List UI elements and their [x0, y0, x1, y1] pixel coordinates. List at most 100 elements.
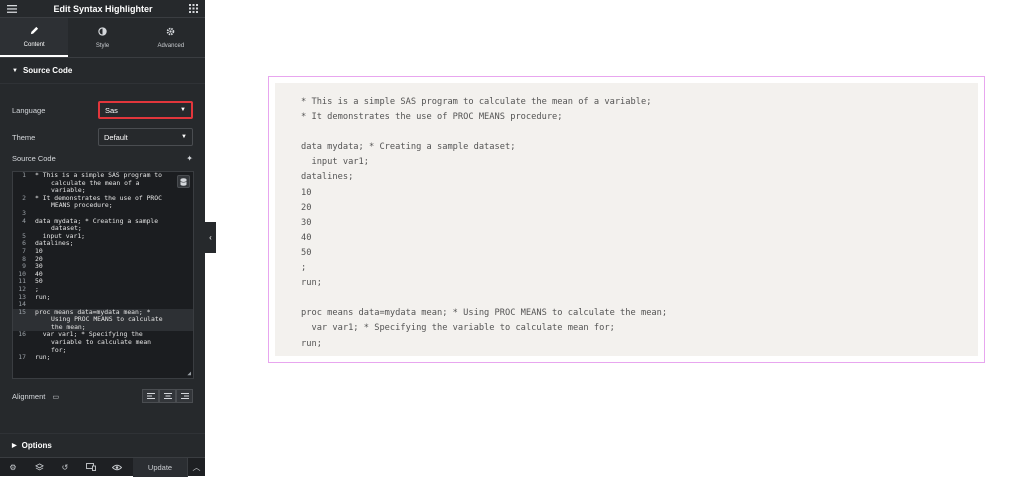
preview-code-line: [301, 291, 952, 306]
preview-code-line: datalines;: [301, 172, 354, 183]
theme-select[interactable]: Default ▼: [98, 128, 193, 146]
alignment-label: Alignment ▭: [12, 392, 59, 401]
theme-row: Theme Default ▼: [12, 128, 193, 146]
preview-code-line: proc means data=mydata mean; * Using PRO…: [301, 308, 668, 319]
line-text: 30: [35, 262, 43, 271]
alignment-row: Alignment ▭: [12, 389, 193, 403]
resize-handle-icon[interactable]: ◢: [187, 370, 191, 377]
code-editor[interactable]: 1 * This is a simple SAS program to calcul…: [12, 171, 194, 379]
line-text: datalines;: [35, 239, 74, 248]
code-line: 4 data mydata; * Creating a sample: [13, 216, 193, 226]
tab-content-label: Content: [23, 41, 45, 48]
tab-advanced[interactable]: Advanced: [137, 18, 205, 57]
code-line: 13 run;: [13, 292, 193, 302]
line-text: 40: [35, 269, 43, 278]
line-number: [13, 180, 35, 188]
code-editor-lines: 1 * This is a simple SAS program to calcul…: [13, 172, 193, 362]
panel-tabs: Content Style Advanced: [0, 18, 205, 58]
section-source-code-toggle[interactable]: ▼ Source Code: [0, 58, 205, 84]
half-circle-icon: [98, 26, 107, 39]
line-number: [13, 316, 35, 324]
preview-code-line: * It demonstrates the use of PROC MEANS …: [301, 112, 563, 123]
preview-code-line: run;: [301, 338, 322, 349]
preview-code-line: run;: [301, 278, 322, 289]
desktop-icon[interactable]: ▭: [52, 394, 59, 401]
align-left-icon[interactable]: [142, 389, 159, 403]
preview-code-line: ;: [301, 263, 307, 274]
preview-code-line: 20: [301, 202, 312, 213]
line-text: 10: [35, 246, 43, 255]
theme-label: Theme: [12, 132, 36, 142]
preview-code-line: data mydata; * Creating a sample dataset…: [301, 142, 516, 153]
preview-code-line: 40: [301, 232, 312, 243]
code-line: MEANS procedure;: [13, 202, 193, 210]
line-number: 17: [18, 353, 26, 362]
line-number: 4: [22, 216, 26, 225]
language-value: Sas: [105, 105, 118, 115]
preview-code-line: [301, 125, 952, 140]
caret-right-icon: ▶: [12, 443, 17, 449]
code-line: variable to calculate mean: [13, 338, 193, 347]
preview-code-line: 10: [301, 187, 312, 198]
code-line: 17 run;: [13, 354, 193, 362]
sidebar-header: Edit Syntax Highlighter: [0, 0, 205, 18]
grid-icon[interactable]: [188, 4, 198, 13]
line-text: run;: [35, 353, 51, 362]
preview-code-line: var var1; * Specifying the variable to c…: [301, 323, 615, 334]
line-text: 50: [35, 277, 43, 286]
line-number: 16: [18, 330, 26, 339]
history-icon[interactable]: ↺: [52, 458, 78, 477]
preview-code-line: 50: [301, 247, 312, 258]
ai-sparkle-icon[interactable]: ✦: [186, 154, 193, 163]
line-text: ;: [35, 284, 39, 293]
preview-code-line: 30: [301, 217, 312, 228]
alignment-buttons: [142, 389, 193, 403]
code-line: calculate the mean of a: [13, 179, 193, 188]
language-label: Language: [12, 105, 46, 115]
tab-style[interactable]: Style: [68, 18, 136, 57]
caret-down-icon: ▼: [12, 67, 18, 74]
preview-code-line: * This is a simple SAS program to calcul…: [301, 97, 652, 107]
panel-title: Edit Syntax Highlighter: [53, 3, 153, 14]
line-number: [13, 339, 35, 347]
theme-value: Default: [104, 132, 128, 142]
gear-icon: [166, 27, 175, 39]
language-select[interactable]: Sas ▼: [98, 101, 193, 119]
responsive-icon[interactable]: [78, 458, 104, 477]
editor-sidebar: Edit Syntax Highlighter Content Style Ad…: [0, 0, 205, 477]
language-row: Language Sas ▼: [12, 101, 193, 119]
source-code-row: Source Code ✦: [12, 154, 193, 163]
layers-icon[interactable]: [26, 458, 52, 477]
tab-content[interactable]: Content: [0, 18, 69, 57]
line-number: 1: [22, 171, 26, 179]
highlighted-code-block: * This is a simple SAS program to calcul…: [275, 83, 978, 356]
line-number: 2: [22, 193, 26, 202]
section-options-toggle[interactable]: ▶ Options: [0, 433, 205, 457]
line-text: for;: [51, 345, 67, 354]
options-title: Options: [21, 441, 52, 450]
line-text: MEANS procedure;: [51, 201, 113, 210]
bottom-toolbar: ⚙ ↺ Update ︿: [0, 457, 205, 477]
tab-style-label: Style: [95, 42, 110, 49]
preview-code-line: input var1;: [301, 157, 369, 168]
hamburger-icon[interactable]: [7, 4, 17, 13]
tab-advanced-label: Advanced: [157, 42, 185, 49]
pencil-icon: [30, 26, 39, 38]
collapse-panel-button[interactable]: ‹: [205, 222, 216, 253]
chevron-up-icon[interactable]: ︿: [187, 457, 205, 477]
chevron-down-icon: ▼: [181, 134, 187, 140]
syntax-highlighter-widget[interactable]: * This is a simple SAS program to calcul…: [268, 76, 985, 363]
code-line: Using PROC MEANS to calculate: [13, 316, 193, 324]
section-title: Source Code: [22, 66, 73, 75]
line-text: 20: [35, 254, 43, 263]
align-right-icon[interactable]: [176, 389, 193, 403]
line-text: run;: [35, 292, 51, 301]
database-icon[interactable]: [177, 175, 190, 188]
line-number: 15: [18, 307, 26, 316]
chevron-down-icon: ▼: [180, 107, 186, 113]
alignment-label-text: Alignment: [12, 391, 46, 401]
preview-eye-icon[interactable]: [104, 458, 130, 477]
align-center-icon[interactable]: [159, 389, 176, 403]
settings-icon[interactable]: ⚙: [0, 458, 26, 477]
update-button[interactable]: Update: [133, 457, 187, 477]
